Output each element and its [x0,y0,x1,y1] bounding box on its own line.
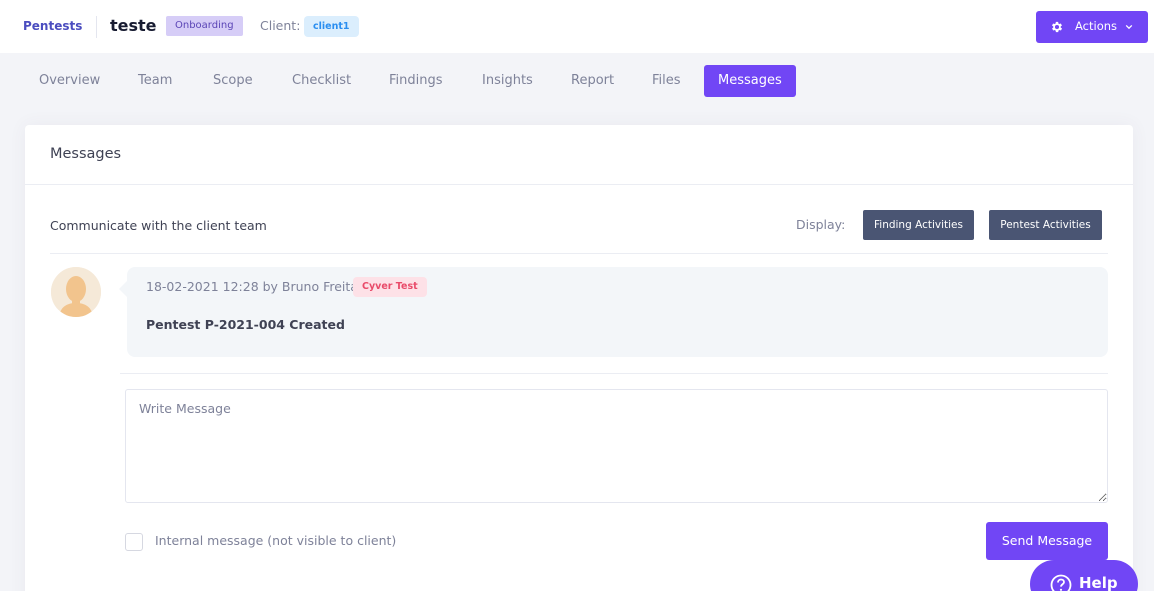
tab-report[interactable]: Report [557,65,628,97]
pentest-activities-button[interactable]: Pentest Activities [989,210,1102,240]
send-message-button[interactable]: Send Message [986,522,1108,560]
user-silhouette-icon [51,267,101,317]
divider [50,253,1108,254]
tab-messages[interactable]: Messages [704,65,796,97]
message-bubble: 18-02-2021 12:28 by Bruno Freitas Cyver … [119,267,1108,357]
tab-overview[interactable]: Overview [25,65,114,97]
display-label: Display: [796,217,846,232]
page-title: teste [110,16,157,35]
help-button[interactable]: Help [1030,560,1138,591]
tab-bar: Overview Team Scope Checklist Findings I… [0,53,1154,109]
internal-message-checkbox[interactable] [125,533,143,551]
status-badge: Onboarding [166,16,243,36]
actions-label: Actions [1075,19,1118,33]
header-divider [96,16,97,38]
brand-link[interactable]: Pentests [23,19,82,33]
message-text: Pentest P-2021-004 Created [146,317,345,332]
finding-activities-button[interactable]: Finding Activities [863,210,974,240]
gear-icon [1051,21,1063,33]
message-input[interactable] [125,389,1108,503]
client-badge[interactable]: client1 [304,16,359,37]
question-circle-icon [1050,574,1072,591]
messages-card: Messages Communicate with the client tea… [25,125,1133,591]
top-bar: Pentests teste Onboarding Client: client… [0,0,1154,53]
card-subtitle: Communicate with the client team [50,218,267,233]
tab-files[interactable]: Files [638,65,695,97]
chevron-down-icon [1125,24,1133,30]
avatar [51,267,101,317]
tab-checklist[interactable]: Checklist [278,65,365,97]
card-header: Messages [25,125,1133,185]
card-title: Messages [50,146,122,162]
bubble-notch [119,281,127,297]
tab-scope[interactable]: Scope [199,65,267,97]
help-label: Help [1079,574,1118,591]
divider [120,373,1108,374]
client-label: Client: [260,18,301,33]
tab-insights[interactable]: Insights [468,65,547,97]
internal-message-label: Internal message (not visible to client) [155,533,397,548]
message-meta: 18-02-2021 12:28 by Bruno Freitas [146,279,365,294]
tab-team[interactable]: Team [124,65,186,97]
tab-findings[interactable]: Findings [375,65,457,97]
actions-button[interactable]: Actions [1036,11,1148,43]
author-badge: Cyver Test [353,277,427,297]
